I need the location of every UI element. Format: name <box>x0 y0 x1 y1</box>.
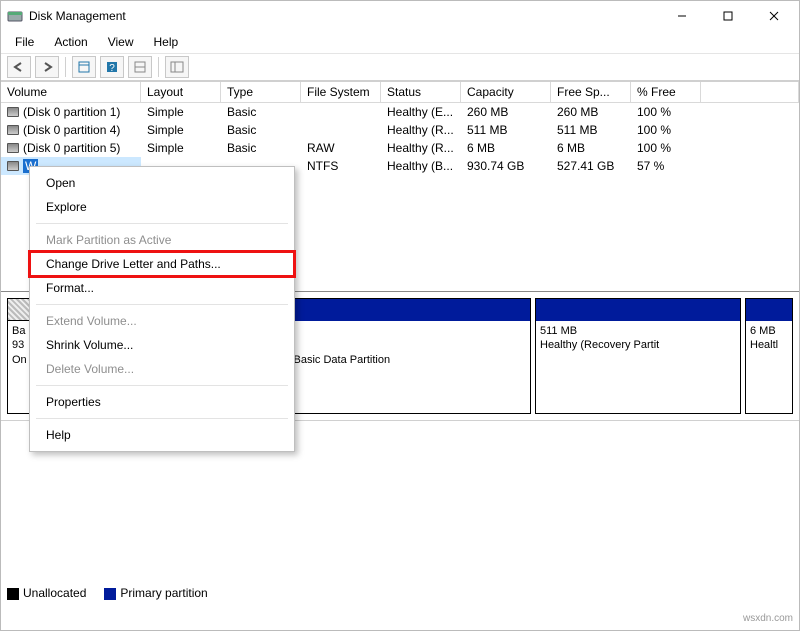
ctx-open[interactable]: Open <box>30 171 294 195</box>
col-volume[interactable]: Volume <box>1 82 141 103</box>
ctx-shrink[interactable]: Shrink Volume... <box>30 333 294 357</box>
back-button[interactable] <box>7 56 31 78</box>
col-free[interactable]: Free Sp... <box>551 82 631 103</box>
volume-row[interactable]: (Disk 0 partition 5) SimpleBasicRAW Heal… <box>1 139 799 157</box>
menu-action[interactable]: Action <box>46 33 95 51</box>
maximize-button[interactable] <box>705 1 751 31</box>
properties-icon[interactable] <box>72 56 96 78</box>
window-title: Disk Management <box>29 9 659 23</box>
ctx-delete: Delete Volume... <box>30 357 294 381</box>
disk-icon <box>7 107 19 117</box>
title-bar: Disk Management <box>1 1 799 31</box>
col-type[interactable]: Type <box>221 82 301 103</box>
watermark: wsxdn.com <box>743 613 793 624</box>
col-layout[interactable]: Layout <box>141 82 221 103</box>
ctx-mark-active: Mark Partition as Active <box>30 228 294 252</box>
app-icon <box>7 8 23 24</box>
minimize-button[interactable] <box>659 1 705 31</box>
col-capacity[interactable]: Capacity <box>461 82 551 103</box>
col-fs[interactable]: File System <box>301 82 381 103</box>
menu-file[interactable]: File <box>7 33 42 51</box>
col-pct[interactable]: % Free <box>631 82 701 103</box>
disk-icon <box>7 161 19 171</box>
toolbar: ? <box>1 53 799 81</box>
col-status[interactable]: Status <box>381 82 461 103</box>
list-icon[interactable] <box>128 56 152 78</box>
ctx-change-drive-letter[interactable]: Change Drive Letter and Paths... <box>30 252 294 276</box>
close-button[interactable] <box>751 1 797 31</box>
context-menu: Open Explore Mark Partition as Active Ch… <box>29 166 295 452</box>
volume-row[interactable]: (Disk 0 partition 4) SimpleBasic Healthy… <box>1 121 799 139</box>
menu-bar: File Action View Help <box>1 31 799 53</box>
volume-row[interactable]: (Disk 0 partition 1) SimpleBasic Healthy… <box>1 103 799 121</box>
ctx-help[interactable]: Help <box>30 423 294 447</box>
menu-view[interactable]: View <box>100 33 142 51</box>
column-headers: Volume Layout Type File System Status Ca… <box>1 82 799 103</box>
partition-block[interactable]: 6 MBHealtl <box>745 298 793 414</box>
disk-icon <box>7 125 19 135</box>
legend-swatch-unallocated <box>7 588 19 600</box>
ctx-extend: Extend Volume... <box>30 309 294 333</box>
ctx-explore[interactable]: Explore <box>30 195 294 219</box>
legend: Unallocated Primary partition <box>7 586 208 600</box>
legend-swatch-primary <box>104 588 116 600</box>
ctx-properties[interactable]: Properties <box>30 390 294 414</box>
partition-block[interactable]: 511 MBHealthy (Recovery Partit <box>535 298 741 414</box>
forward-button[interactable] <box>35 56 59 78</box>
help-icon[interactable]: ? <box>100 56 124 78</box>
menu-help[interactable]: Help <box>146 33 187 51</box>
svg-text:?: ? <box>109 63 115 73</box>
ctx-format[interactable]: Format... <box>30 276 294 300</box>
disk-icon <box>7 143 19 153</box>
detail-icon[interactable] <box>165 56 189 78</box>
